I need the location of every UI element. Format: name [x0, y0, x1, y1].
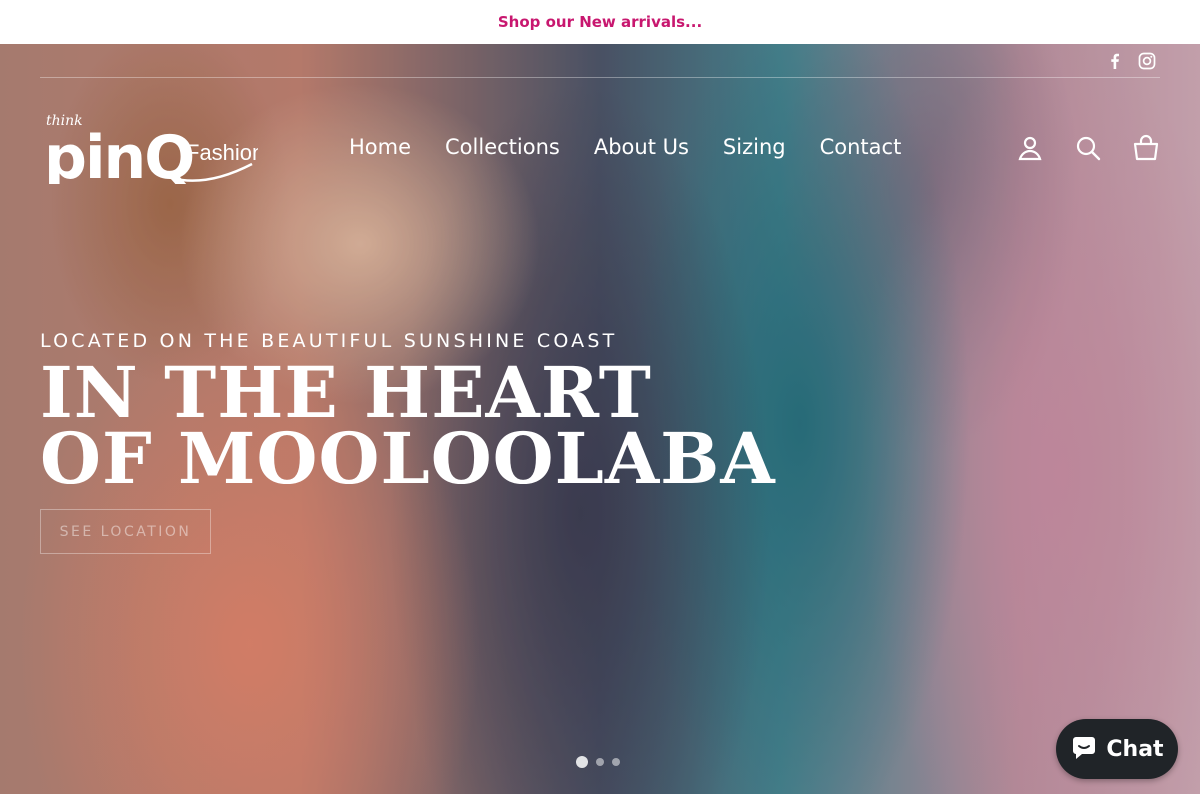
hero-subtitle: LOCATED ON THE BEAUTIFUL SUNSHINE COAST [40, 330, 618, 352]
chat-button[interactable]: Chat [1056, 719, 1178, 779]
logo-suffix-text: Fashions [186, 140, 258, 165]
main-nav: Home Collections About Us Sizing Contact [332, 132, 918, 162]
account-icon[interactable] [1016, 134, 1044, 162]
instagram-icon[interactable] [1138, 52, 1156, 70]
slide-dot-1[interactable] [576, 756, 588, 768]
hero-headline: IN THE HEART OF MOOLOOLABA [40, 358, 776, 500]
slide-indicators [576, 756, 620, 768]
hero-slideshow: think pinQ Fashions Home Collections Abo… [0, 44, 1200, 794]
announcement-link[interactable]: Shop our New arrivals... [498, 13, 702, 31]
social-links [1106, 52, 1156, 70]
nav-item-collections[interactable]: Collections [428, 132, 577, 162]
slide-dot-2[interactable] [596, 758, 604, 766]
header-actions [1016, 134, 1160, 162]
hero-headline-line2: OF MOOLOOLABA [40, 417, 776, 500]
see-location-button[interactable]: SEE LOCATION [40, 509, 211, 554]
nav-item-sizing[interactable]: Sizing [706, 132, 803, 162]
header-divider [40, 77, 1160, 78]
chat-label: Chat [1106, 736, 1164, 762]
slide-dot-3[interactable] [612, 758, 620, 766]
nav-item-contact[interactable]: Contact [803, 132, 919, 162]
chat-bubble-icon [1070, 736, 1098, 762]
cart-icon[interactable] [1132, 134, 1160, 162]
site-logo[interactable]: think pinQ Fashions [44, 112, 275, 193]
page-bottom-strip [0, 794, 1200, 800]
announcement-bar: Shop our New arrivals... [0, 0, 1200, 44]
facebook-icon[interactable] [1106, 52, 1124, 70]
nav-item-about-us[interactable]: About Us [577, 132, 706, 162]
search-icon[interactable] [1074, 134, 1102, 162]
logo-brand-text: pinQ [44, 123, 193, 184]
nav-item-home[interactable]: Home [332, 132, 428, 162]
